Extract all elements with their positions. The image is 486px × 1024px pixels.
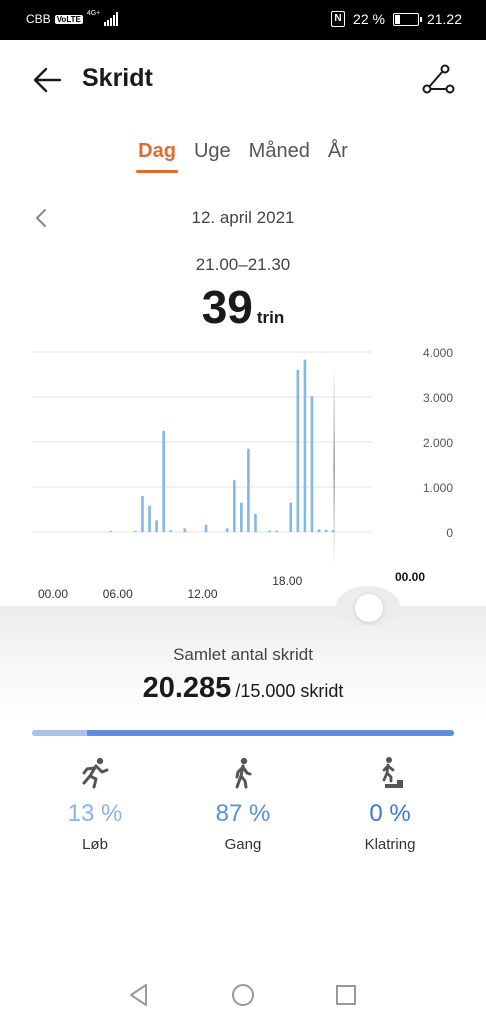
battery-percent: 22 % [353,11,385,27]
progress-walking-segment [86,730,454,736]
y-tick-label: 4.000 [423,346,453,360]
tab-month[interactable]: Måned [247,140,312,163]
chart-bar [109,531,112,532]
signal-icon [104,12,119,26]
y-tick-label: 0 [446,526,453,540]
circle-home-icon [232,984,254,1006]
activity-walking: 87 % Gang [183,756,303,853]
total-steps: 20.285/15.000 skridt [0,672,486,705]
chart-bar [247,448,250,532]
chart-bar [324,529,328,532]
network-type: 4G+ [86,9,101,17]
running-percent: 13 % [67,800,123,827]
chart-bar [254,514,257,532]
timeline-drag-handle[interactable] [355,594,383,622]
battery-icon [392,12,422,26]
chart-bar [317,529,321,532]
total-steps-value: 20.285 [142,672,232,704]
steps-screen: CBB VoLTE 4G+ N 22 % 21.22 Skridt Dag Ug… [0,0,486,1024]
selected-time-range: 21.00–21.30 [195,255,291,274]
status-right: N 22 % 21.22 [331,11,462,27]
steps-chart-svg: 4.000 3.000 2.000 1.000 0 00.00 06.00 12.00 18.0… [33,346,453,601]
x-tick-label: 00.00 [38,587,68,601]
clock: 21.22 [426,11,462,27]
y-tick-label: 1.000 [423,481,453,495]
chart-bar [169,530,173,532]
status-bar: CBB VoLTE 4G+ N 22 % 21.22 [0,0,486,40]
chart-bar [303,359,307,532]
steps-chart[interactable]: 4.000 3.000 2.000 1.000 0 00.00 06.00 12.00 18.0… [0,336,486,606]
selected-steps-value: 39 [201,281,253,333]
chart-bar [204,524,208,532]
total-steps-label: Samlet antal skridt [173,645,313,664]
progress-running-segment [32,730,87,736]
chart-bar [310,396,314,532]
walking-label: Gang [224,836,262,853]
chart-bar [183,528,187,532]
chart-bar [275,530,278,532]
chart-bar [232,480,236,532]
climbing-label: Klatring [364,836,416,853]
activity-climbing: 0 % Klatring [330,756,450,853]
selected-steps-unit: trin [256,308,285,327]
arrow-left-icon [33,67,62,93]
route-button[interactable] [420,62,456,98]
chart-bar [155,520,158,532]
nav-recents-button[interactable] [331,980,361,1010]
tab-week[interactable]: Uge [192,140,233,163]
x-tick-label: 12.00 [187,587,217,601]
goal-progress-bar [32,730,454,736]
nfc-icon: N [331,11,346,27]
square-recents-icon [336,985,356,1005]
chart-bar [225,528,229,532]
chart-bar [134,531,137,532]
running-label: Løb [82,836,108,853]
status-left: CBB VoLTE 4G+ [26,9,119,26]
tab-year[interactable]: År [326,140,350,163]
y-tick-label: 3.000 [423,391,453,405]
nav-home-button[interactable] [228,980,258,1010]
steps-goal: /15.000 skridt [235,681,344,701]
running-person-icon [82,757,109,789]
chart-bar [148,505,151,532]
current-date: 12. april 2021 [191,208,295,227]
period-tabs: Dag Uge Måned År [0,140,486,173]
volte-badge: VoLTE [54,14,83,24]
chart-bar [240,502,243,532]
climbing-percent: 0 % [369,800,411,827]
page-title: Skridt [82,64,153,92]
activity-running: 13 % Løb [35,756,155,853]
triangle-back-icon [130,984,147,1006]
y-tick-label: 2.000 [423,436,453,450]
x-tick-label: 06.00 [103,587,133,601]
system-navigation-bar [0,970,486,1024]
climbing-stairs-icon [377,757,403,788]
chart-bar [268,530,271,532]
walking-percent: 87 % [215,800,271,827]
tab-day[interactable]: Dag [136,140,178,173]
x-tick-label: 18.00 [272,574,302,588]
chart-bar [296,370,300,532]
walking-person-icon [235,757,252,789]
selected-steps: 39 trin [0,280,486,334]
chart-bar [162,430,165,532]
route-icon [422,64,455,94]
chart-bar [289,502,293,532]
chart-bar [141,496,144,532]
carrier-name: CBB [26,12,51,26]
selection-cursor [333,366,335,566]
back-button[interactable] [30,62,66,98]
x-tick-label: 00.00 [395,570,425,584]
nav-back-button[interactable] [124,980,154,1010]
